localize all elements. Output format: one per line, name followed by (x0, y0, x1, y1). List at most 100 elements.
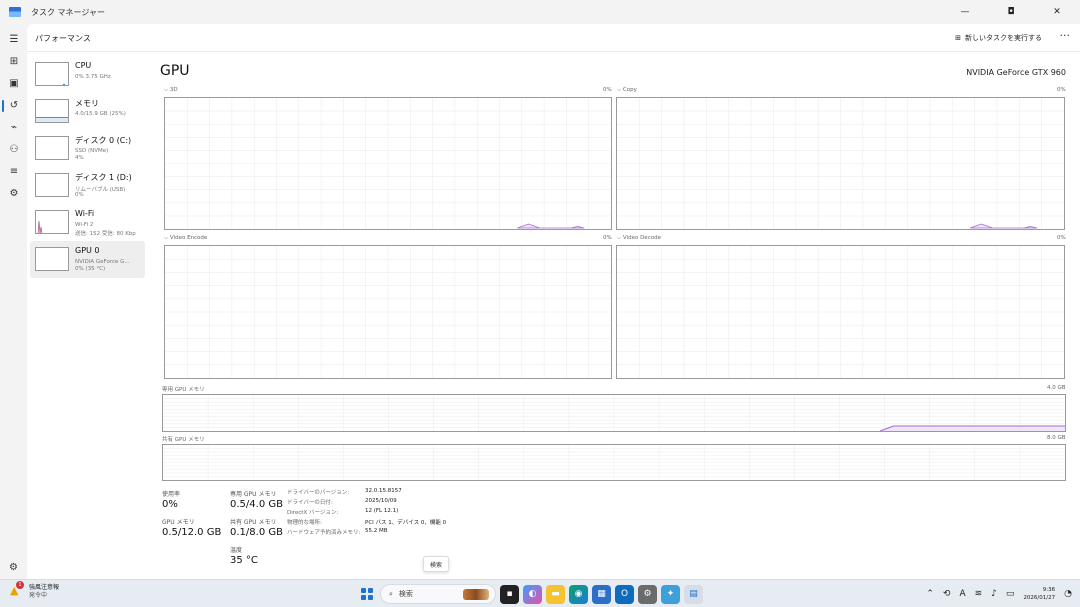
device-item-memory[interactable]: メモリ 4.0/15.9 GB (25%) (30, 93, 145, 130)
chevron-up-icon[interactable]: ⌃ (926, 589, 934, 599)
copilot-icon[interactable]: ◐ (523, 584, 542, 604)
device-item-disk-0[interactable]: ディスク 0 (C:) SSD (NVMe) 4% (30, 130, 145, 167)
ime-icon[interactable]: A (959, 589, 965, 599)
services-icon[interactable]: ⚙ (7, 186, 21, 200)
minimize-button[interactable]: — (942, 0, 988, 24)
volume-icon[interactable]: ♪ (991, 589, 997, 599)
performance-icon[interactable]: ▣ (7, 76, 21, 90)
wifi-thumbnail (35, 210, 69, 234)
battery-icon[interactable]: ▭ (1006, 589, 1015, 599)
shared-memory-stat-value: 0.1/8.0 GB (230, 527, 283, 538)
device-name: GPU 0 (75, 246, 100, 255)
wifi-icon[interactable]: ≋ (975, 589, 983, 599)
shared-memory-svg (163, 445, 1065, 480)
run-new-task-button[interactable]: ⊞ 新しいタスクを実行する (955, 33, 1042, 43)
weather-widget[interactable]: ▲ 1 強風注意報 発令中 (10, 581, 59, 600)
directx-version-value: 12 (FL 12.1) (365, 508, 399, 514)
disk-1-thumbnail (35, 173, 69, 197)
engine-decode-svg (617, 246, 1064, 378)
dedicated-memory-max: 4.0 GB (1047, 385, 1066, 391)
directx-version-key: DirectX バージョン: (287, 510, 339, 516)
driver-version-value: 32.0.15.8157 (365, 488, 402, 494)
users-icon[interactable]: ⚇ (7, 142, 21, 156)
device-item-wifi[interactable]: Wi-Fi Wi-Fi 2 送信: 152 受信: 80 Kbp (30, 204, 145, 241)
device-item-gpu-0[interactable]: GPU 0 NVIDIA GeForce G... 0% (35 °C) (30, 241, 145, 278)
engine-copy-pct: 0% (1057, 87, 1066, 93)
usage-value: 0% (162, 499, 178, 510)
gpu-title: GPU (160, 63, 190, 79)
task-manager-icon (9, 7, 21, 17)
device-name: CPU (75, 61, 92, 70)
driver-version-key: ドライバーのバージョン: (287, 490, 350, 496)
search-icon: ⌕ (389, 589, 393, 598)
dedicated-memory-svg (163, 395, 1065, 431)
file-explorer-icon[interactable]: ▬ (546, 584, 565, 604)
gpu-model: NVIDIA GeForce GTX 960 (966, 68, 1066, 77)
engine-3d-graph (164, 97, 612, 230)
close-button[interactable]: ✕ (1034, 0, 1080, 24)
device-item-disk-1[interactable]: ディスク 1 (D:) リムーバブル (USB) 0% (30, 167, 145, 204)
notification-icon[interactable]: ◔ (1064, 589, 1072, 599)
search-highlight-image (463, 589, 489, 600)
warning-icon: ▲ 1 (10, 581, 24, 598)
clock-date: 2026/01/27 (1023, 595, 1056, 601)
taskbar: ▲ 1 強風注意報 発令中 ⌕ 検索 ▪ ◐ ▬ ◉ ▦ O ⚙ ✦ ▤ ⌃ ⟲… (0, 579, 1080, 607)
physical-location-value: PCI バス 1、デバイス 0、機能 0 (365, 520, 447, 526)
device-name: ディスク 1 (D:) (75, 173, 132, 182)
outlook-icon[interactable]: O (615, 584, 634, 604)
processes-icon[interactable]: ⊞ (7, 54, 21, 68)
memory-thumbnail (35, 99, 69, 123)
engine-copy-graph (616, 97, 1065, 230)
device-usage: 0% (35 °C) (75, 266, 106, 272)
engine-3d-selector[interactable]: ⌵ 3D (164, 87, 178, 94)
device-detail: 0% 3.75 GHz (75, 74, 111, 80)
active-indicator (2, 100, 4, 112)
settings-app-icon[interactable]: ⚙ (638, 584, 657, 604)
engine-decode-pct: 0% (1057, 235, 1066, 241)
dedicated-memory-stat-value: 0.5/4.0 GB (230, 499, 283, 510)
start-button[interactable] (358, 585, 376, 603)
gpu-memory-label: GPU メモリ (162, 519, 195, 526)
clock[interactable]: 9:36 2026/01/27 (1023, 586, 1055, 602)
gpu-memory-value: 0.5/12.0 GB (162, 527, 222, 538)
sync-icon[interactable]: ⟲ (943, 589, 951, 599)
device-throughput: 送信: 152 受信: 80 Kbp (75, 231, 136, 237)
dedicated-memory-stat-label: 専用 GPU メモリ (230, 491, 277, 498)
reserved-memory-key: ハードウェア予約済みメモリ: (287, 530, 361, 536)
settings-gear-icon[interactable]: ⚙ (9, 562, 18, 573)
hamburger-menu-icon[interactable]: ☰ (7, 32, 21, 46)
task-view-icon[interactable]: ▪ (500, 584, 519, 604)
startup-apps-icon[interactable]: ⌁ (7, 120, 21, 134)
shared-memory-label: 共有 GPU メモリ (162, 437, 205, 443)
engine-encode-selector[interactable]: ⌵ Video Encode (164, 235, 207, 242)
weather-alert-status: 発令中 (29, 592, 48, 599)
edge-icon[interactable]: ◉ (569, 584, 588, 604)
search-placeholder: 検索 (398, 590, 413, 598)
title-bar: タスク マネージャー — ◘ ✕ (0, 0, 1080, 24)
nav-rail: ☰ ⊞ ▣ ↺ ⌁ ⚇ ≡ ⚙ (0, 24, 27, 579)
temperature-label: 温度 (230, 547, 243, 554)
dedicated-memory-label: 専用 GPU メモリ (162, 387, 205, 393)
search-tooltip: 検索 (423, 556, 450, 572)
network-app-icon[interactable]: ✦ (661, 584, 680, 604)
restore-button[interactable]: ◘ (988, 0, 1034, 24)
task-manager-taskbar-icon[interactable]: ▤ (684, 584, 703, 604)
shared-memory-graph (162, 444, 1066, 481)
engine-decode-selector[interactable]: ⌵ Video Decode (617, 235, 661, 242)
device-name: メモリ (75, 99, 99, 108)
engine-3d-pct: 0% (603, 87, 612, 93)
run-task-icon: ⊞ (955, 34, 961, 42)
store-icon[interactable]: ▦ (592, 584, 611, 604)
clock-time: 9:36 (1042, 587, 1056, 593)
temperature-value: 35 °C (230, 555, 258, 566)
more-options-button[interactable]: ··· (1060, 29, 1071, 42)
taskbar-search-box[interactable]: ⌕ 検索 (380, 584, 496, 604)
device-item-cpu[interactable]: CPU 0% 3.75 GHz (30, 56, 145, 93)
system-tray: ⌃ ⟲ A ≋ ♪ ▭ 9:36 2026/01/27 ◔ (926, 586, 1072, 602)
engine-copy-selector[interactable]: ⌵ Copy (617, 87, 637, 94)
window-title: タスク マネージャー (31, 7, 105, 17)
app-history-icon[interactable]: ↺ (7, 98, 21, 112)
details-icon[interactable]: ≡ (7, 164, 21, 178)
engine-decode-graph (616, 245, 1065, 379)
device-name: Wi-Fi (75, 209, 95, 218)
